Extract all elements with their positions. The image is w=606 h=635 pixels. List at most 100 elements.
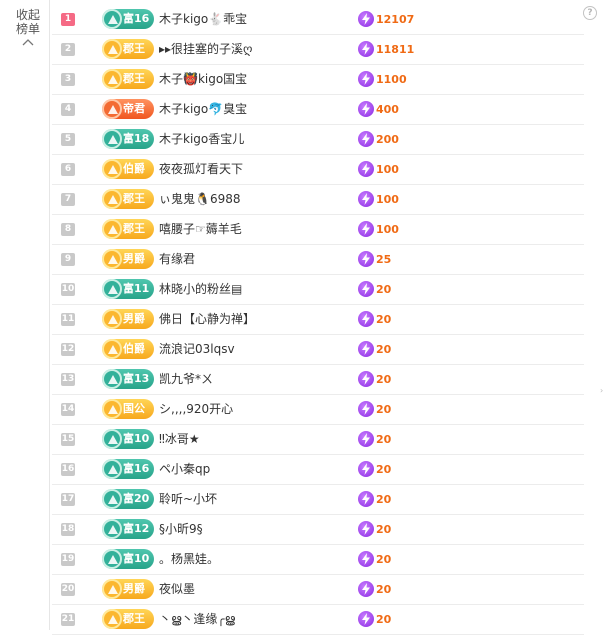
lightning-icon (358, 311, 374, 327)
badge-emblem-icon (102, 519, 122, 539)
leaderboard-row[interactable]: 13 富13 凯九爷*ㄨ 20 (52, 365, 584, 395)
leaderboard-row[interactable]: 1 富16 木子kigo🐇乖宝 12107 (52, 5, 584, 35)
contribution-value: 20 (376, 553, 392, 566)
leaderboard-row[interactable]: 8 郡王 嘻腰子☞薅羊毛 100 (52, 215, 584, 245)
user-name[interactable]: 有缘君 (159, 245, 195, 274)
lightning-icon (358, 401, 374, 417)
scroll-indicator-icon[interactable]: › (600, 386, 603, 395)
leaderboard-row[interactable]: 14 国公 シ,,,,920开心 20 (52, 395, 584, 425)
leaderboard-row[interactable]: 5 富18 木子kigo香宝儿 200 (52, 125, 584, 155)
user-name[interactable]: シ,,,,920开心 (159, 395, 233, 424)
leaderboard-row[interactable]: 11 男爵 佛日【心静为禅】 20 (52, 305, 584, 335)
badge-emblem-icon (102, 399, 122, 419)
level-badge: 富12 (102, 519, 154, 539)
lightning-icon (358, 131, 374, 147)
badge-emblem-icon (102, 39, 122, 59)
user-name[interactable]: ‼冰哥★ (159, 425, 200, 454)
user-name[interactable]: 木子kigo🐇乖宝 (159, 5, 247, 34)
help-icon[interactable]: ? (583, 6, 597, 20)
rank-number: 13 (61, 373, 75, 386)
rank-number: 18 (61, 523, 75, 536)
leaderboard-row[interactable]: 18 富12 §小昕9§ 20 (52, 515, 584, 545)
user-name[interactable]: 木子kigo🐬臭宝 (159, 95, 247, 124)
leaderboard-row[interactable]: 19 富10 。杨黑娃。 20 (52, 545, 584, 575)
leaderboard-row[interactable]: 20 男爵 夜似墨 20 (52, 575, 584, 605)
rank-number: 2 (61, 43, 75, 56)
contribution-value: 12107 (376, 13, 415, 26)
leaderboard-row[interactable]: 7 郡王 ぃ鬼鬼🐧6988 100 (52, 185, 584, 215)
badge-label: 男爵 (123, 582, 145, 595)
badge-emblem-icon (102, 579, 122, 599)
lightning-icon (358, 41, 374, 57)
badge-emblem-icon (102, 189, 122, 209)
contribution-value: 25 (376, 253, 392, 266)
lightning-icon (358, 611, 374, 627)
leaderboard-row[interactable]: 12 伯爵 流浪记03lqsv 20 (52, 335, 584, 365)
rank-number: 1 (61, 13, 75, 26)
contribution-value: 400 (376, 103, 399, 116)
user-name[interactable]: 夜似墨 (159, 575, 195, 604)
user-name[interactable]: 夜夜孤灯看天下 (159, 155, 243, 184)
level-badge: 富13 (102, 369, 154, 389)
leaderboard-row[interactable]: 9 男爵 有缘君 25 (52, 245, 584, 275)
leaderboard-row[interactable]: 3 郡王 木子👹kigo国宝 1100 (52, 65, 584, 95)
contribution-value: 20 (376, 433, 392, 446)
user-name[interactable]: 流浪记03lqsv (159, 335, 235, 364)
user-name[interactable]: §小昕9§ (159, 515, 203, 544)
collapse-leaderboard-button[interactable]: 收起 榜单 (10, 8, 46, 46)
leaderboard-row[interactable]: 4 帝君 木子kigo🐬臭宝 400 (52, 95, 584, 125)
rank-number: 4 (61, 103, 75, 116)
rank-number: 5 (61, 133, 75, 146)
level-badge: 郡王 (102, 189, 154, 209)
leaderboard-row[interactable]: 21 郡王 丶ൠ丶逢缘╭ൠ 20 (52, 605, 584, 635)
badge-emblem-icon (102, 339, 122, 359)
badge-label: 富10 (123, 432, 150, 445)
level-badge: 富16 (102, 459, 154, 479)
user-name[interactable]: 。杨黑娃。 (159, 545, 219, 574)
leaderboard-row[interactable]: 17 富20 聆听~小坏 20 (52, 485, 584, 515)
badge-emblem-icon (102, 609, 122, 629)
leaderboard-row[interactable]: 15 富10 ‼冰哥★ 20 (52, 425, 584, 455)
leaderboard-row[interactable]: 6 伯爵 夜夜孤灯看天下 100 (52, 155, 584, 185)
rank-number: 16 (61, 463, 75, 476)
contribution-value: 20 (376, 313, 392, 326)
level-badge: 帝君 (102, 99, 154, 119)
level-badge: 伯爵 (102, 159, 154, 179)
lightning-icon (358, 581, 374, 597)
contribution-value: 100 (376, 163, 399, 176)
user-name[interactable]: 木子👹kigo国宝 (159, 65, 247, 94)
badge-label: 富11 (123, 282, 150, 295)
user-name[interactable]: 嘻腰子☞薅羊毛 (159, 215, 242, 244)
user-name[interactable]: ペ小秦qp (159, 455, 210, 484)
badge-label: 男爵 (123, 312, 145, 325)
rank-number: 17 (61, 493, 75, 506)
user-name[interactable]: 凯九爷*ㄨ (159, 365, 213, 394)
lightning-icon (358, 221, 374, 237)
contribution-value: 20 (376, 373, 392, 386)
user-name[interactable]: ぃ鬼鬼🐧6988 (159, 185, 240, 214)
contribution-value: 20 (376, 583, 392, 596)
leaderboard-row[interactable]: 2 郡王 ▸▸很挂塞的子溪ღ 11811 (52, 35, 584, 65)
contribution-value: 20 (376, 493, 392, 506)
user-name[interactable]: 佛日【心静为禅】 (159, 305, 255, 334)
badge-label: 伯爵 (123, 162, 145, 175)
level-badge: 郡王 (102, 39, 154, 59)
rank-number: 20 (61, 583, 75, 596)
rank-number: 7 (61, 193, 75, 206)
contribution-value: 1100 (376, 73, 407, 86)
user-name[interactable]: 聆听~小坏 (159, 485, 217, 514)
leaderboard-row[interactable]: 16 富16 ペ小秦qp 20 (52, 455, 584, 485)
lightning-icon (358, 491, 374, 507)
user-name[interactable]: ▸▸很挂塞的子溪ღ (159, 35, 252, 64)
leaderboard-row[interactable]: 10 富11 林晓小的粉丝▤ 20 (52, 275, 584, 305)
badge-emblem-icon (102, 69, 122, 89)
user-name[interactable]: 林晓小的粉丝▤ (159, 275, 242, 304)
user-name[interactable]: 木子kigo香宝儿 (159, 125, 244, 154)
level-badge: 男爵 (102, 249, 154, 269)
level-badge: 国公 (102, 399, 154, 419)
badge-label: 富16 (123, 462, 150, 475)
chevron-up-icon (22, 39, 34, 46)
badge-emblem-icon (102, 219, 122, 239)
badge-emblem-icon (102, 489, 122, 509)
level-badge: 男爵 (102, 579, 154, 599)
